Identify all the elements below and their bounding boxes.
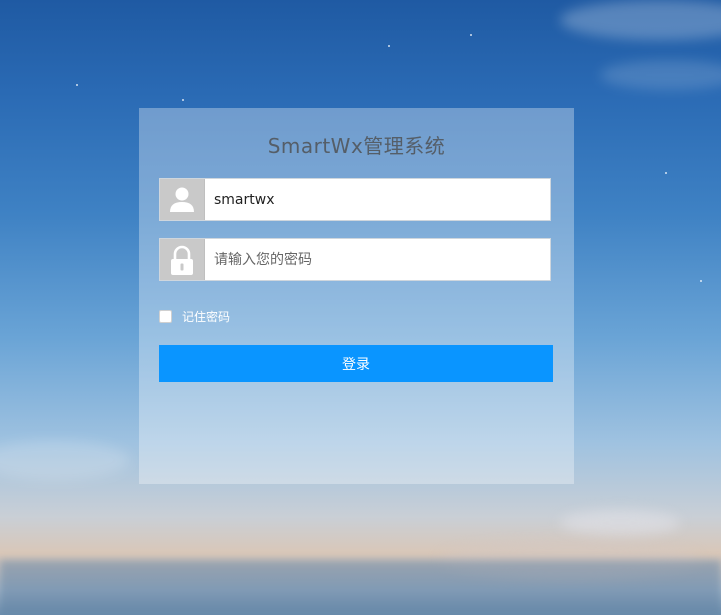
star: [665, 172, 667, 174]
star: [388, 45, 390, 47]
cloud: [0, 440, 130, 480]
remember-password-checkbox[interactable]: [159, 310, 172, 323]
username-input[interactable]: [214, 179, 544, 220]
cloud: [560, 0, 721, 40]
star: [182, 99, 184, 101]
login-panel: [139, 108, 574, 484]
login-button[interactable]: 登录: [159, 345, 553, 382]
cloud: [600, 60, 721, 90]
star: [470, 34, 472, 36]
user-icon: [160, 179, 205, 220]
sea-horizon: [0, 560, 721, 615]
lock-icon: [160, 239, 205, 280]
page-title: SmartWx管理系统: [267, 134, 446, 158]
star: [700, 280, 702, 282]
star: [76, 84, 78, 86]
remember-password-label[interactable]: 记住密码: [182, 309, 230, 325]
password-input[interactable]: [214, 239, 544, 280]
cloud: [560, 510, 680, 536]
password-field: [159, 238, 551, 281]
username-field: [159, 178, 551, 221]
